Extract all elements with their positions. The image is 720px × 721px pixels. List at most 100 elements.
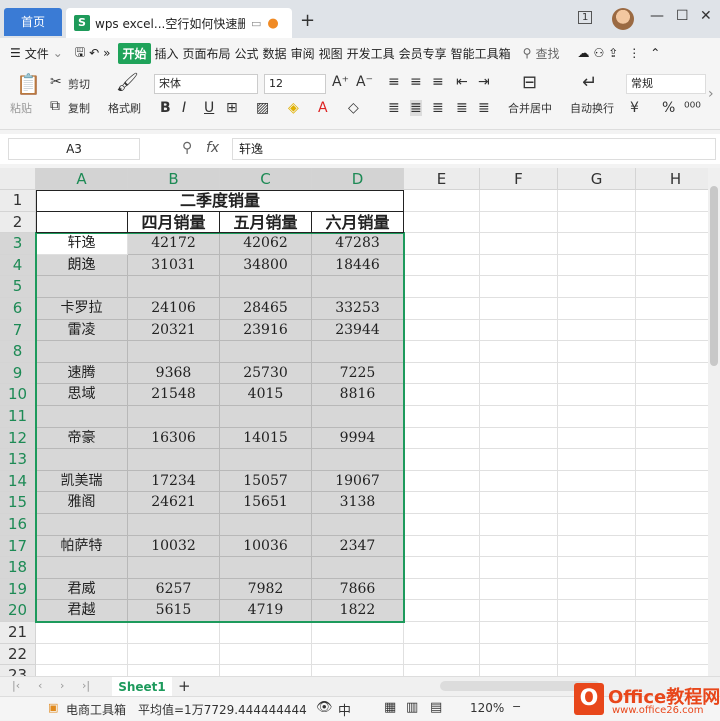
row-header-9[interactable]: 9 bbox=[0, 362, 36, 385]
menu-member[interactable]: 会员专享 bbox=[399, 45, 447, 62]
cell-c16[interactable] bbox=[220, 514, 312, 536]
normal-view-icon[interactable]: ▦ bbox=[384, 700, 396, 715]
cell-b13[interactable] bbox=[128, 449, 220, 471]
column-header-a[interactable]: A bbox=[36, 168, 128, 190]
close-icon[interactable]: ✕ bbox=[700, 8, 712, 24]
cell-a14[interactable]: 凯美瑞 bbox=[36, 470, 128, 493]
wrap-text-button[interactable]: 自动换行 bbox=[570, 100, 614, 116]
cell-e20[interactable] bbox=[404, 600, 480, 622]
cell-h7[interactable] bbox=[636, 320, 708, 342]
cell-c13[interactable] bbox=[220, 449, 312, 471]
cell-d13[interactable] bbox=[312, 449, 404, 471]
cell-d12[interactable]: 9994 bbox=[312, 427, 404, 450]
row-header-16[interactable]: 16 bbox=[0, 514, 36, 536]
number-format-select[interactable]: 常规 bbox=[626, 74, 706, 94]
cell-style-icon[interactable]: ▨ bbox=[256, 100, 269, 116]
cell-e23[interactable] bbox=[404, 665, 480, 676]
cell-h21[interactable] bbox=[636, 622, 708, 644]
row-header-20[interactable]: 20 bbox=[0, 600, 36, 622]
cell-a13[interactable] bbox=[36, 449, 128, 471]
row-header-2[interactable]: 2 bbox=[0, 211, 36, 234]
cell-h14[interactable] bbox=[636, 471, 708, 493]
cell-e11[interactable] bbox=[404, 406, 480, 428]
cell-h1[interactable] bbox=[636, 190, 708, 212]
maximize-icon[interactable]: ☐ bbox=[676, 8, 689, 24]
cell-g18[interactable] bbox=[558, 557, 636, 579]
column-header-c[interactable]: C bbox=[220, 168, 312, 190]
cell-h10[interactable] bbox=[636, 384, 708, 406]
hamburger-icon[interactable]: ☰ bbox=[10, 46, 21, 60]
cell-f12[interactable] bbox=[480, 427, 558, 450]
distributed-icon[interactable]: ≣ bbox=[478, 100, 490, 116]
column-header-d[interactable]: D bbox=[312, 168, 404, 190]
add-sheet-button[interactable]: + bbox=[178, 677, 191, 695]
cell-b12[interactable]: 16306 bbox=[128, 427, 220, 450]
cell-d7[interactable]: 23944 bbox=[312, 319, 404, 342]
cell-c12[interactable]: 14015 bbox=[220, 427, 312, 450]
cell-g12[interactable] bbox=[558, 427, 636, 450]
cell-d3[interactable]: 47283 bbox=[312, 233, 404, 255]
cell-b8[interactable] bbox=[128, 341, 220, 363]
menu-developer[interactable]: 开发工具 bbox=[347, 45, 395, 62]
row-header-14[interactable]: 14 bbox=[0, 470, 36, 493]
cell-f21[interactable] bbox=[480, 622, 558, 644]
align-right-icon[interactable]: ≣ bbox=[432, 100, 444, 116]
menu-view[interactable]: 视图 bbox=[319, 45, 343, 62]
cell-h15[interactable] bbox=[636, 492, 708, 514]
cell-g16[interactable] bbox=[558, 514, 636, 536]
cell-b11[interactable] bbox=[128, 406, 220, 428]
cell-b9[interactable]: 9368 bbox=[128, 362, 220, 385]
cell-b15[interactable]: 24621 bbox=[128, 492, 220, 514]
cell-a6[interactable]: 卡罗拉 bbox=[36, 298, 128, 320]
menu-insert[interactable]: 插入 bbox=[155, 45, 179, 62]
cell-a20[interactable]: 君越 bbox=[36, 600, 128, 622]
cell-f23[interactable] bbox=[480, 665, 558, 676]
thousands-separator-icon[interactable]: ⁰⁰⁰ bbox=[684, 100, 701, 116]
undo-icon[interactable]: ↶ bbox=[89, 46, 99, 60]
scissors-icon[interactable]: ✂ bbox=[50, 74, 62, 90]
align-left-icon[interactable]: ≣ bbox=[388, 100, 400, 116]
cell-g22[interactable] bbox=[558, 643, 636, 666]
cell-c8[interactable] bbox=[220, 341, 312, 363]
row-header-6[interactable]: 6 bbox=[0, 298, 36, 320]
cell-b10[interactable]: 21548 bbox=[128, 384, 220, 406]
first-sheet-icon[interactable]: |‹ bbox=[12, 679, 20, 692]
cell-a7[interactable]: 雷凌 bbox=[36, 319, 128, 342]
clear-format-icon[interactable]: ◇ bbox=[348, 100, 359, 116]
cell-c9[interactable]: 25730 bbox=[220, 362, 312, 385]
cell-c21[interactable] bbox=[220, 622, 312, 644]
copy-icon[interactable]: ⧉ bbox=[50, 98, 60, 114]
cell-h17[interactable] bbox=[636, 536, 708, 558]
cell-a15[interactable]: 雅阁 bbox=[36, 492, 128, 514]
cell-e7[interactable] bbox=[404, 319, 480, 342]
cell-e6[interactable] bbox=[404, 298, 480, 320]
cell-f19[interactable] bbox=[480, 578, 558, 601]
row-header-5[interactable]: 5 bbox=[0, 276, 36, 298]
save-icon[interactable]: 🖫 bbox=[75, 43, 85, 64]
next-sheet-icon[interactable]: › bbox=[60, 679, 64, 692]
formula-input[interactable]: 轩逸 bbox=[232, 138, 716, 160]
fill-color-icon[interactable]: ◈ bbox=[288, 100, 299, 116]
font-name-select[interactable]: 宋体 bbox=[154, 74, 258, 94]
cell-g11[interactable] bbox=[558, 406, 636, 428]
cell-a3[interactable]: 轩逸 bbox=[36, 233, 128, 255]
cell-h4[interactable] bbox=[636, 255, 708, 277]
cell-d10[interactable]: 8816 bbox=[312, 384, 404, 406]
cell-f22[interactable] bbox=[480, 643, 558, 666]
cell-b21[interactable] bbox=[128, 622, 220, 644]
cell-a11[interactable] bbox=[36, 406, 128, 428]
cell-f17[interactable] bbox=[480, 535, 558, 558]
cell-c14[interactable]: 15057 bbox=[220, 470, 312, 493]
font-shrink-icon[interactable]: A⁻ bbox=[356, 74, 373, 90]
cell-h18[interactable] bbox=[636, 557, 708, 579]
page-layout-view-icon[interactable]: ▥ bbox=[406, 700, 418, 715]
cell-e9[interactable] bbox=[404, 362, 480, 385]
align-bottom-icon[interactable]: ≡ bbox=[432, 74, 444, 90]
cell-e12[interactable] bbox=[404, 427, 480, 450]
cell-g3[interactable] bbox=[558, 233, 636, 255]
column-header-h[interactable]: H bbox=[636, 168, 708, 190]
zoom-out-icon[interactable]: − bbox=[512, 700, 521, 713]
cell-d20[interactable]: 1822 bbox=[312, 600, 404, 622]
cell-e16[interactable] bbox=[404, 514, 480, 536]
select-all-corner[interactable] bbox=[0, 168, 36, 190]
